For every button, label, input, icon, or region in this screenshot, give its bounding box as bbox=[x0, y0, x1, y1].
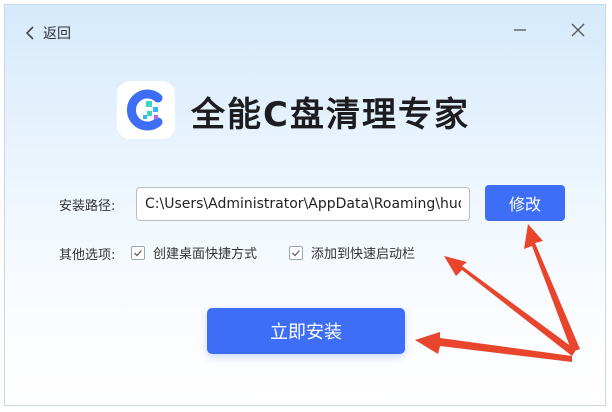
desktop-shortcut-checkbox[interactable]: 创建桌面快捷方式 bbox=[131, 243, 257, 262]
checkbox-box bbox=[131, 245, 145, 260]
installer-window: 返回 全能C盘清理专家 安装路径: 修改 其他选项: 创建桌面快捷方式 bbox=[4, 4, 606, 406]
back-button[interactable]: 返回 bbox=[25, 23, 71, 43]
back-label: 返回 bbox=[43, 26, 71, 42]
install-now-button[interactable]: 立即安装 bbox=[207, 308, 405, 354]
install-path-input[interactable] bbox=[136, 187, 470, 221]
quick-launch-label: 添加到快速启动栏 bbox=[311, 247, 416, 262]
check-icon bbox=[134, 249, 142, 256]
check-icon bbox=[292, 249, 300, 256]
close-button[interactable] bbox=[567, 19, 589, 41]
checkbox-box bbox=[289, 245, 303, 260]
chevron-left-icon bbox=[25, 26, 34, 40]
minimize-button[interactable] bbox=[509, 19, 531, 41]
app-title: 全能C盘清理专家 bbox=[191, 95, 470, 135]
minimize-icon bbox=[514, 29, 526, 31]
quick-launch-checkbox[interactable]: 添加到快速启动栏 bbox=[289, 243, 415, 262]
install-path-label: 安装路径: bbox=[59, 199, 116, 214]
desktop-shortcut-label: 创建桌面快捷方式 bbox=[153, 247, 258, 262]
other-options-label: 其他选项: bbox=[59, 248, 116, 263]
modify-path-button[interactable]: 修改 bbox=[485, 185, 565, 221]
close-icon bbox=[571, 23, 585, 37]
app-logo-icon bbox=[117, 81, 175, 139]
